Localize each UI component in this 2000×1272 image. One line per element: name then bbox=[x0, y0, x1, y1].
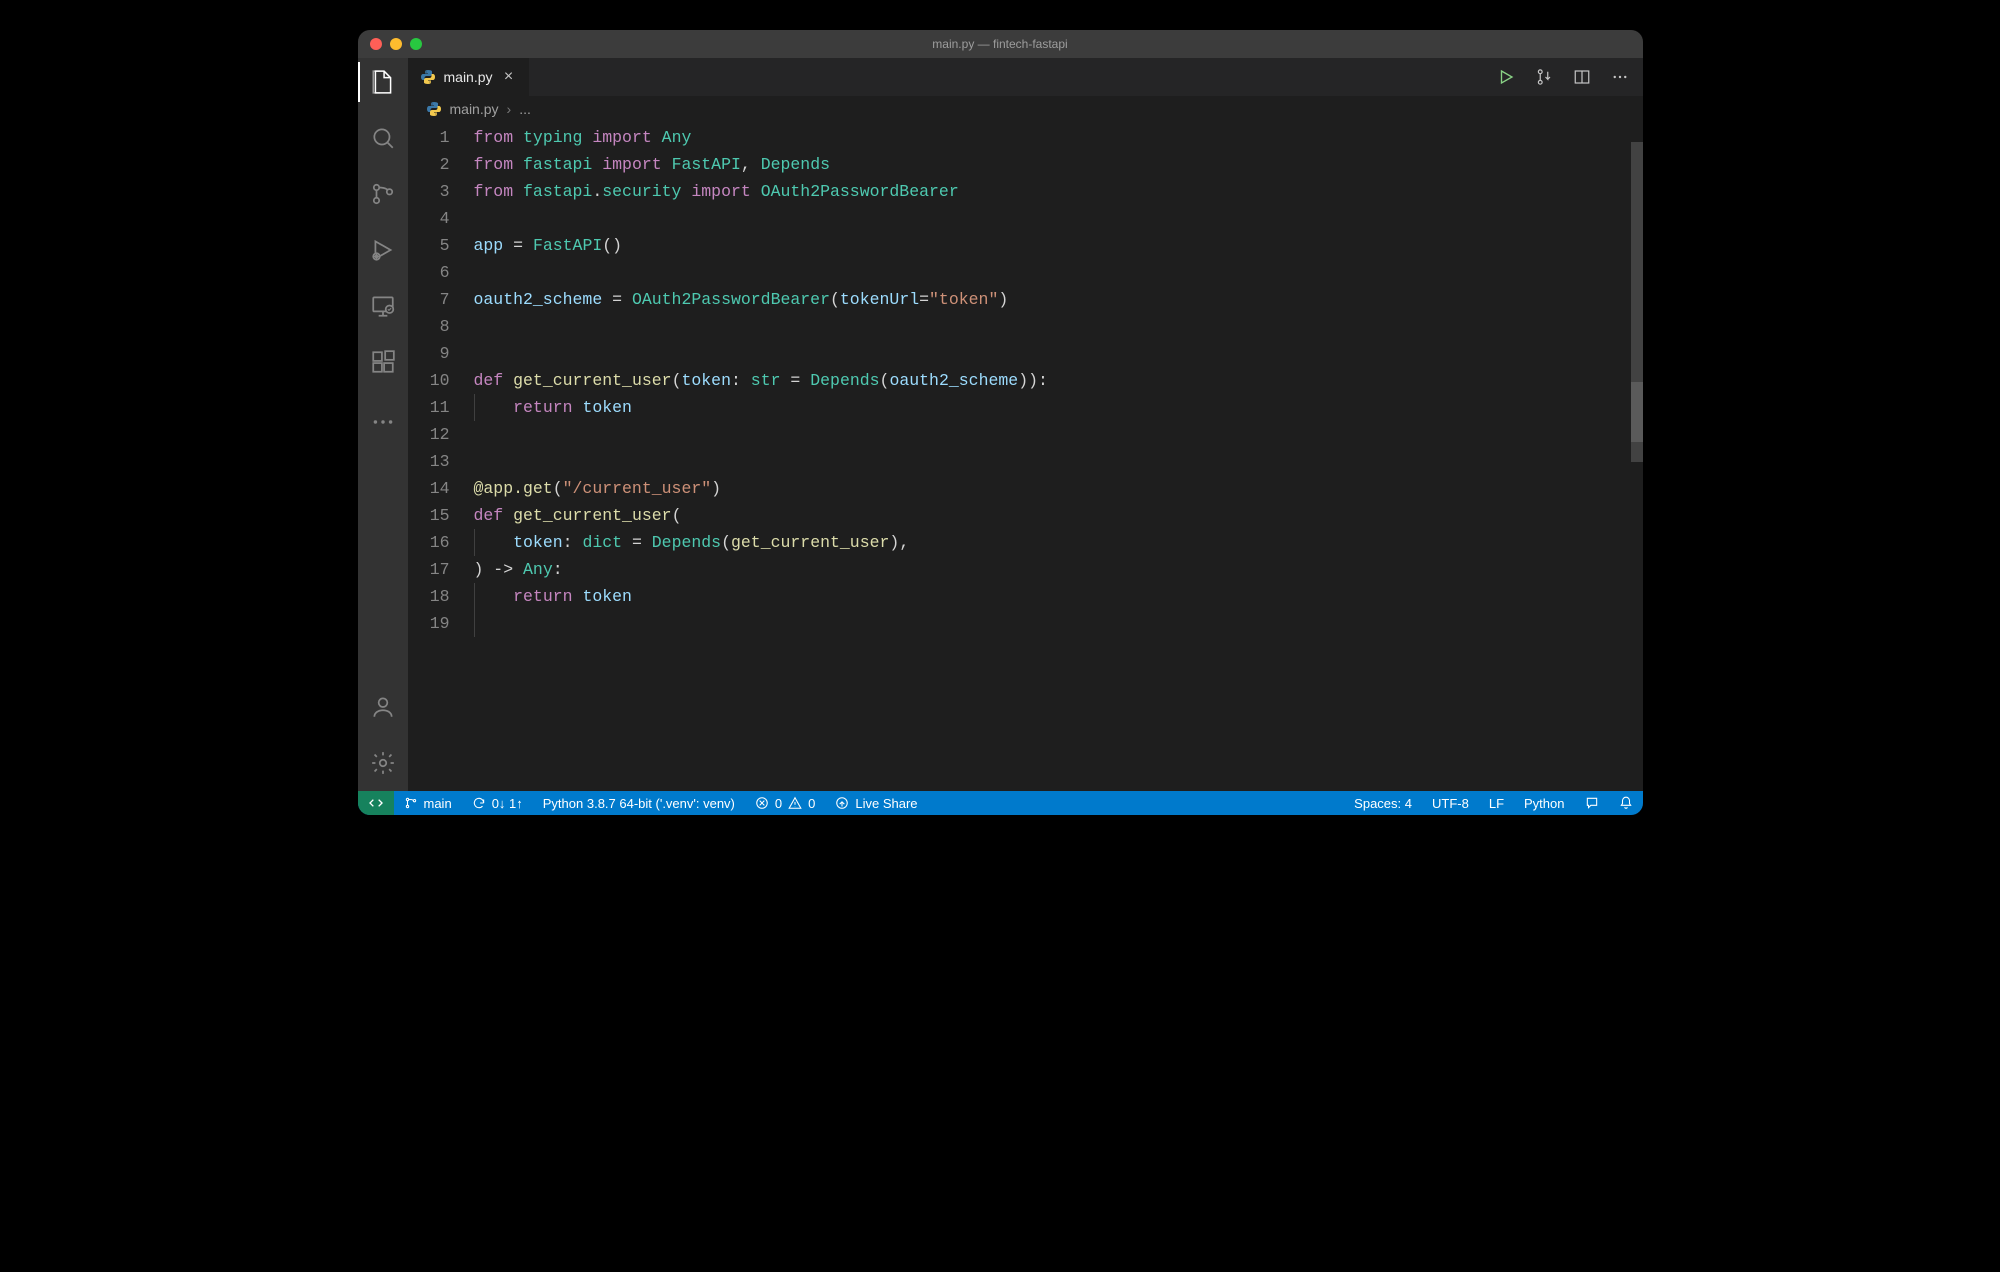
status-language[interactable]: Python bbox=[1514, 791, 1574, 815]
run-button[interactable] bbox=[1497, 68, 1515, 86]
remote-explorer-icon[interactable] bbox=[369, 292, 397, 320]
chevron-right-icon: › bbox=[507, 101, 512, 117]
status-spaces[interactable]: Spaces: 4 bbox=[1344, 791, 1422, 815]
line-number: 8 bbox=[408, 313, 450, 340]
close-tab-icon[interactable]: × bbox=[501, 68, 517, 86]
status-feedback-icon[interactable] bbox=[1575, 791, 1609, 815]
more-actions-icon[interactable] bbox=[1611, 68, 1629, 86]
settings-gear-icon[interactable] bbox=[369, 749, 397, 777]
editor-actions bbox=[1497, 58, 1643, 96]
status-branch[interactable]: main bbox=[394, 791, 462, 815]
code-editor[interactable]: 12345678910111213141516171819 from typin… bbox=[408, 122, 1643, 791]
activity-bar bbox=[358, 58, 408, 791]
python-file-icon bbox=[426, 101, 442, 117]
extensions-icon[interactable] bbox=[369, 348, 397, 376]
code-line[interactable] bbox=[468, 313, 1643, 340]
status-notifications-icon[interactable] bbox=[1609, 791, 1643, 815]
line-number: 13 bbox=[408, 448, 450, 475]
code-line[interactable]: oauth2_scheme = OAuth2PasswordBearer(tok… bbox=[468, 286, 1643, 313]
code-line[interactable]: return token bbox=[468, 583, 1643, 610]
breadcrumb-rest: ... bbox=[519, 101, 531, 117]
line-number: 12 bbox=[408, 421, 450, 448]
maximize-window-button[interactable] bbox=[410, 38, 422, 50]
tabs-row: main.py × bbox=[408, 58, 1643, 96]
code-line[interactable]: return token bbox=[468, 394, 1643, 421]
status-encoding[interactable]: UTF-8 bbox=[1422, 791, 1479, 815]
traffic-lights bbox=[370, 38, 422, 50]
line-number: 3 bbox=[408, 178, 450, 205]
minimap-slider[interactable] bbox=[1631, 382, 1643, 442]
breadcrumbs[interactable]: main.py › ... bbox=[408, 96, 1643, 122]
code-line[interactable]: token: dict = Depends(get_current_user), bbox=[468, 529, 1643, 556]
code-line[interactable] bbox=[468, 259, 1643, 286]
code-line[interactable]: from fastapi import FastAPI, Depends bbox=[468, 151, 1643, 178]
run-debug-icon[interactable] bbox=[369, 236, 397, 264]
minimize-window-button[interactable] bbox=[390, 38, 402, 50]
line-number: 9 bbox=[408, 340, 450, 367]
code-line[interactable] bbox=[468, 610, 1643, 637]
line-number: 10 bbox=[408, 367, 450, 394]
line-number: 4 bbox=[408, 205, 450, 232]
explorer-icon[interactable] bbox=[369, 68, 397, 96]
status-problems[interactable]: 0 0 bbox=[745, 791, 825, 815]
split-editor-icon[interactable] bbox=[1573, 68, 1591, 86]
line-number: 2 bbox=[408, 151, 450, 178]
vscode-window: main.py — fintech-fastapi bbox=[358, 30, 1643, 815]
line-number: 5 bbox=[408, 232, 450, 259]
compare-changes-icon[interactable] bbox=[1535, 68, 1553, 86]
code-line[interactable] bbox=[468, 205, 1643, 232]
breadcrumb-file: main.py bbox=[450, 101, 499, 117]
tab-main-py[interactable]: main.py × bbox=[408, 58, 530, 96]
minimap[interactable] bbox=[1625, 122, 1643, 791]
code-line[interactable] bbox=[468, 340, 1643, 367]
close-window-button[interactable] bbox=[370, 38, 382, 50]
python-file-icon bbox=[420, 69, 436, 85]
source-control-icon[interactable] bbox=[369, 180, 397, 208]
code-line[interactable]: def get_current_user( bbox=[468, 502, 1643, 529]
line-number: 18 bbox=[408, 583, 450, 610]
editor-group: main.py × bbox=[408, 58, 1643, 791]
status-liveshare[interactable]: Live Share bbox=[825, 791, 927, 815]
line-number: 15 bbox=[408, 502, 450, 529]
code-line[interactable]: def get_current_user(token: str = Depend… bbox=[468, 367, 1643, 394]
status-python-interpreter[interactable]: Python 3.8.7 64-bit ('.venv': venv) bbox=[533, 791, 745, 815]
line-number: 14 bbox=[408, 475, 450, 502]
code-line[interactable]: from typing import Any bbox=[468, 124, 1643, 151]
code-line[interactable]: @app.get("/current_user") bbox=[468, 475, 1643, 502]
line-number: 1 bbox=[408, 124, 450, 151]
line-number-gutter: 12345678910111213141516171819 bbox=[408, 122, 468, 791]
code-content[interactable]: from typing import Anyfrom fastapi impor… bbox=[468, 122, 1643, 791]
window-title: main.py — fintech-fastapi bbox=[932, 37, 1067, 51]
code-line[interactable]: app = FastAPI() bbox=[468, 232, 1643, 259]
line-number: 19 bbox=[408, 610, 450, 637]
line-number: 17 bbox=[408, 556, 450, 583]
line-number: 11 bbox=[408, 394, 450, 421]
remote-indicator[interactable] bbox=[358, 791, 394, 815]
status-sync[interactable]: 0↓ 1↑ bbox=[462, 791, 533, 815]
titlebar: main.py — fintech-fastapi bbox=[358, 30, 1643, 58]
line-number: 7 bbox=[408, 286, 450, 313]
status-bar: main 0↓ 1↑ Python 3.8.7 64-bit ('.venv':… bbox=[358, 791, 1643, 815]
code-line[interactable] bbox=[468, 448, 1643, 475]
line-number: 6 bbox=[408, 259, 450, 286]
code-line[interactable] bbox=[468, 421, 1643, 448]
accounts-icon[interactable] bbox=[369, 693, 397, 721]
status-eol[interactable]: LF bbox=[1479, 791, 1514, 815]
search-icon[interactable] bbox=[369, 124, 397, 152]
line-number: 16 bbox=[408, 529, 450, 556]
tab-label: main.py bbox=[444, 69, 493, 85]
code-line[interactable]: from fastapi.security import OAuth2Passw… bbox=[468, 178, 1643, 205]
code-line[interactable]: ) -> Any: bbox=[468, 556, 1643, 583]
more-icon[interactable] bbox=[369, 408, 397, 436]
